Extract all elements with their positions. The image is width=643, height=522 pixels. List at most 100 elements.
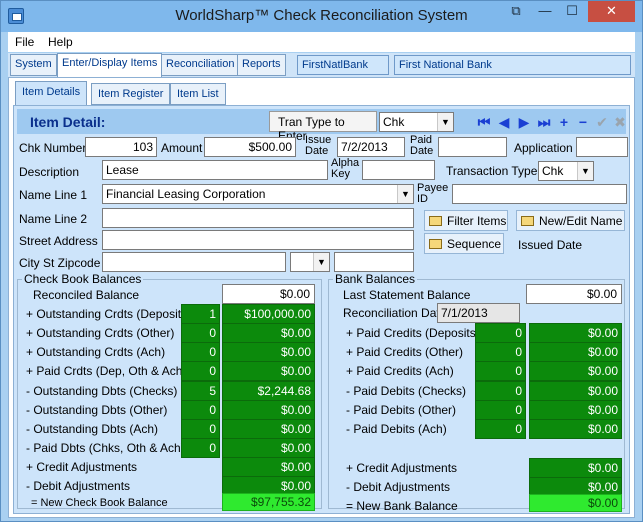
bank-row-count: 0: [475, 419, 526, 439]
cancel-x-icon[interactable]: ✖: [611, 113, 629, 131]
chevron-down-icon: ▼: [577, 162, 593, 180]
chk-number-label: Chk Number: [19, 141, 87, 155]
bank-row-amount: $0.00: [529, 419, 622, 439]
tran-type-label: Tran Type to Enter: [269, 111, 377, 143]
previous-record-icon[interactable]: ◀: [495, 113, 513, 131]
paid-date-field[interactable]: [438, 137, 507, 157]
tran-type-value: Chk: [383, 115, 405, 129]
bank-row-count: 0: [475, 361, 526, 381]
save-check-icon[interactable]: ✔: [593, 113, 611, 131]
cb-new-balance-value: $97,755.32: [222, 493, 315, 511]
last-record-icon[interactable]: ⏭: [535, 113, 553, 131]
recon-date-value: 7/1/2013: [437, 303, 520, 323]
bank-new-balance-value: $0.00: [529, 494, 622, 512]
state-select[interactable]: ▼: [290, 252, 330, 272]
cb-row-count: 0: [181, 323, 220, 343]
item-detail-title: Item Detail:: [30, 114, 106, 130]
tab-reports[interactable]: Reports: [237, 54, 286, 76]
tran-type-select[interactable]: Chk ▼: [379, 112, 454, 132]
add-record-icon[interactable]: +: [555, 113, 573, 131]
folder-icon: [521, 216, 534, 226]
application-field[interactable]: [576, 137, 628, 157]
zipcode-field[interactable]: [334, 252, 414, 272]
bank-new-balance-label: = New Bank Balance: [346, 499, 458, 513]
bank-row-count: 0: [475, 400, 526, 420]
chk-number-field[interactable]: 103: [85, 137, 157, 157]
cb-new-balance-label: = New Check Book Balance: [31, 497, 168, 509]
bank-row-count: 0: [475, 323, 526, 343]
bank-row-label: + Paid Credits (Ach): [346, 364, 454, 378]
cb-row-label: - Paid Dbts (Chks, Oth & Ach): [26, 441, 185, 455]
item-detail-panel: Item Detail: Tran Type to Enter Chk ▼ ⏮ …: [13, 105, 630, 514]
cb-row-label: - Outstanding Dbts (Other): [26, 403, 168, 417]
bank-row-label: - Paid Debits (Ach): [346, 422, 447, 436]
next-record-icon[interactable]: ▶: [515, 113, 533, 131]
bank-row-label: + Paid Credits (Deposits): [346, 326, 480, 340]
recon-date-label: Reconciliation Date: [343, 306, 447, 320]
city-st-zip-label: City St Zipcode: [19, 256, 101, 270]
cb-credit-adj-value: $0.00: [222, 457, 315, 477]
tab-item-details[interactable]: Item Details: [15, 81, 88, 106]
menu-file[interactable]: File: [15, 35, 34, 49]
cb-row-label: - Outstanding Dbts (Checks): [26, 384, 178, 398]
cb-row-count: 0: [181, 361, 220, 381]
name-line1-value: Financial Leasing Corporation: [106, 187, 266, 201]
cb-row-amount: $0.00: [222, 419, 315, 439]
amount-field[interactable]: $500.00: [204, 137, 296, 157]
cb-row-label: + Outstanding Crdts (Deposits): [26, 307, 192, 321]
restore-icon[interactable]: ⧉: [503, 1, 529, 22]
alpha-key-field[interactable]: [362, 160, 435, 180]
filter-items-button[interactable]: Filter Items: [424, 210, 508, 231]
checkbook-balances-title: Check Book Balances: [22, 272, 144, 286]
close-button[interactable]: ✕: [588, 1, 635, 22]
maximize-button[interactable]: ☐: [559, 1, 585, 22]
tab-item-register[interactable]: Item Register: [91, 83, 171, 105]
cb-row-label: + Paid Crdts (Dep, Oth & Ach): [26, 364, 187, 378]
issue-date-field[interactable]: 7/2/2013: [337, 137, 405, 157]
name-line2-field[interactable]: [102, 208, 414, 228]
sequence-button[interactable]: Sequence: [424, 233, 504, 254]
issue-date-label: Issue Date: [305, 134, 332, 157]
tab-item-list[interactable]: Item List: [170, 83, 226, 105]
bank-row-amount: $0.00: [529, 381, 622, 401]
cb-row-amount: $100,000.00: [222, 304, 315, 324]
payee-id-field[interactable]: [452, 184, 627, 204]
last-statement-label: Last Statement Balance: [343, 288, 471, 302]
bank-row-label: + Paid Credits (Other): [346, 345, 464, 359]
minimize-button[interactable]: —: [532, 1, 558, 22]
payee-id-label: Payee ID: [417, 182, 449, 205]
street-address-field[interactable]: [102, 230, 414, 250]
cb-credit-adj-label: + Credit Adjustments: [26, 460, 138, 474]
bank-row-label: - Paid Debits (Other): [346, 403, 457, 417]
application-label: Application: [514, 141, 573, 155]
tab-system[interactable]: System: [10, 54, 57, 76]
name-line1-select[interactable]: Financial Leasing Corporation ▼: [102, 184, 414, 204]
new-edit-name-label: New/Edit Name: [539, 214, 623, 228]
cb-row-amount: $0.00: [222, 400, 315, 420]
paid-date-label: Paid Date: [410, 134, 434, 157]
last-statement-value[interactable]: $0.00: [526, 284, 622, 304]
new-edit-name-button[interactable]: New/Edit Name: [516, 210, 625, 231]
street-address-label: Street Address: [19, 234, 98, 248]
cb-row-amount: $2,244.68: [222, 381, 315, 401]
cb-row-count: 0: [181, 342, 220, 362]
title-bar: WorldSharp™ Check Reconciliation System …: [1, 1, 642, 32]
first-record-icon[interactable]: ⏮: [475, 113, 493, 131]
tab-reconciliation[interactable]: Reconciliation: [161, 54, 240, 76]
bank-code: FirstNatlBank: [297, 55, 389, 75]
delete-record-icon[interactable]: −: [574, 113, 592, 131]
cb-row-amount: $0.00: [222, 438, 315, 458]
transaction-type-select[interactable]: Chk ▼: [538, 161, 594, 181]
menu-help[interactable]: Help: [48, 35, 73, 49]
amount-label: Amount: [161, 141, 203, 155]
city-field[interactable]: [102, 252, 286, 272]
issued-date-label: Issued Date: [518, 238, 583, 252]
cb-row-label: - Outstanding Dbts (Ach): [26, 422, 159, 436]
description-field[interactable]: Lease: [102, 160, 328, 180]
bank-row-amount: $0.00: [529, 400, 622, 420]
cb-row-count: 0: [181, 400, 220, 420]
bank-debit-adj-label: - Debit Adjustments: [346, 480, 451, 494]
menu-bar: File Help: [8, 32, 635, 52]
cb-row-count: 0: [181, 419, 220, 439]
tab-enter-display-items[interactable]: Enter/Display Items: [57, 53, 163, 77]
